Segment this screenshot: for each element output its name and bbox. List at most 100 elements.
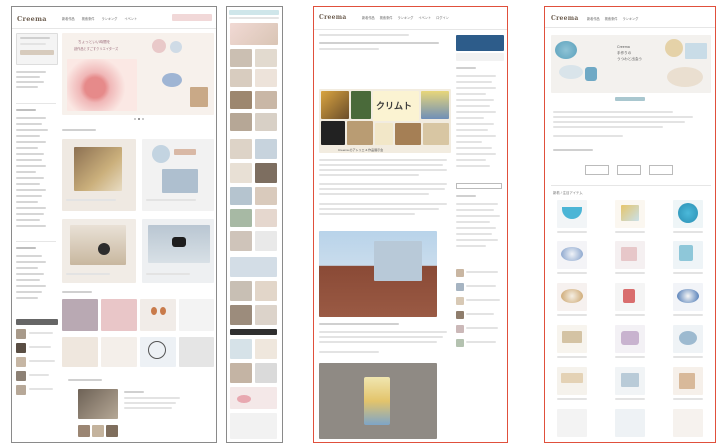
product-card[interactable] — [615, 409, 645, 437]
sidebar-link[interactable] — [456, 129, 488, 132]
sidebar-follow-box[interactable] — [456, 53, 504, 61]
sidebar-item[interactable] — [16, 165, 46, 167]
mobile-item[interactable] — [255, 339, 277, 359]
mobile-hero[interactable] — [230, 23, 278, 45]
sidebar-item[interactable] — [16, 213, 44, 215]
register-button[interactable] — [20, 50, 54, 55]
sidebar-related-thumb[interactable] — [456, 297, 464, 305]
mobile-nav[interactable] — [229, 17, 279, 19]
mobile-item[interactable] — [230, 339, 252, 359]
nav-item-search[interactable]: 検索条件 — [380, 15, 393, 20]
sidebar-link[interactable] — [456, 105, 490, 108]
sidebar-related-title[interactable] — [466, 271, 498, 274]
mobile-item[interactable] — [230, 69, 252, 87]
product-card[interactable] — [673, 409, 703, 437]
sidebar-item[interactable] — [16, 135, 40, 137]
mobile-item[interactable] — [230, 281, 252, 301]
sidebar-thumb[interactable] — [16, 371, 26, 381]
sidebar-link[interactable] — [456, 135, 496, 138]
sidebar-related-thumb[interactable] — [456, 269, 464, 277]
sidebar-search-input[interactable] — [456, 183, 502, 189]
nav-item-event[interactable]: イベント — [124, 16, 137, 21]
grid-item-image[interactable] — [101, 299, 137, 331]
sidebar-related-thumb[interactable] — [456, 311, 464, 319]
sidebar-related-thumb[interactable] — [456, 339, 464, 347]
sidebar-item[interactable] — [16, 153, 44, 155]
nav-item-new[interactable]: 新着作品 — [62, 16, 75, 21]
creator-thumb[interactable] — [78, 425, 90, 437]
sidebar-item[interactable] — [16, 183, 40, 185]
sidebar-link[interactable] — [456, 123, 494, 126]
mobile-item[interactable] — [230, 163, 252, 183]
grid-item-image[interactable] — [179, 337, 214, 367]
sidebar-link[interactable] — [456, 93, 486, 96]
grid-item-image[interactable] — [62, 337, 98, 367]
mobile-item[interactable] — [255, 209, 277, 227]
sidebar-item[interactable] — [16, 189, 46, 191]
nav-item-search[interactable]: 検索条件 — [82, 16, 95, 21]
nav-item-new[interactable]: 新着作品 — [587, 16, 600, 21]
nav-item-login[interactable]: ログイン — [436, 15, 449, 20]
nav-item-ranking[interactable]: ランキング — [102, 16, 118, 21]
mobile-item[interactable] — [255, 281, 277, 301]
sidebar-item[interactable] — [16, 267, 38, 269]
filter-button[interactable] — [649, 165, 673, 175]
sidebar-link[interactable] — [456, 153, 496, 156]
creator-thumb[interactable] — [106, 425, 118, 437]
sidebar-link[interactable] — [456, 215, 500, 218]
sidebar-item[interactable] — [16, 207, 46, 209]
creator-thumb[interactable] — [92, 425, 104, 437]
creema-logo[interactable]: Creema — [319, 14, 347, 21]
grid-item-image[interactable] — [101, 337, 137, 367]
sidebar-link[interactable] — [456, 81, 492, 84]
sidebar-item[interactable] — [16, 141, 46, 143]
mobile-banner[interactable] — [230, 257, 277, 277]
mobile-item[interactable] — [255, 49, 277, 67]
mobile-header[interactable] — [229, 10, 279, 15]
carousel-dot[interactable] — [142, 118, 144, 120]
mobile-item[interactable] — [230, 209, 252, 227]
mobile-item[interactable] — [255, 187, 277, 205]
sidebar-dark-banner[interactable] — [16, 319, 58, 325]
sidebar-item[interactable] — [16, 225, 46, 227]
mobile-item[interactable] — [230, 49, 252, 67]
mobile-item[interactable] — [230, 91, 252, 109]
sidebar-related-title[interactable] — [466, 299, 500, 302]
sidebar-item[interactable] — [16, 86, 38, 88]
sidebar-link[interactable] — [456, 239, 498, 242]
sidebar-link[interactable] — [456, 147, 492, 150]
nav-item-ranking[interactable]: ランキング — [398, 15, 414, 20]
filter-button[interactable] — [617, 165, 641, 175]
sidebar-item[interactable] — [16, 255, 42, 257]
sidebar-item[interactable] — [16, 195, 42, 197]
sidebar-item[interactable] — [16, 147, 38, 149]
grid-item-image[interactable] — [179, 299, 214, 331]
carousel-dot-active[interactable] — [138, 118, 140, 120]
sidebar-item[interactable] — [16, 129, 48, 131]
sidebar-link[interactable] — [456, 209, 494, 212]
sidebar-related-title[interactable] — [466, 327, 498, 330]
sidebar-link[interactable] — [456, 227, 496, 230]
sidebar-link[interactable] — [456, 203, 498, 206]
mobile-item[interactable] — [230, 231, 252, 251]
sidebar-item[interactable] — [16, 279, 40, 281]
sidebar-item[interactable] — [16, 285, 46, 287]
sidebar-item[interactable] — [16, 273, 44, 275]
sidebar-thumb[interactable] — [16, 329, 26, 339]
creator-photo[interactable] — [78, 389, 118, 419]
sidebar-item[interactable] — [16, 159, 42, 161]
grid-item-image[interactable] — [62, 299, 98, 331]
sidebar-item[interactable] — [16, 76, 40, 78]
sidebar-item[interactable] — [16, 291, 42, 293]
mobile-item[interactable] — [230, 305, 252, 325]
sidebar-link[interactable] — [456, 75, 496, 78]
creema-logo[interactable]: Creema — [17, 15, 47, 23]
sidebar-related-title[interactable] — [466, 341, 496, 344]
sidebar-link[interactable] — [456, 111, 496, 114]
sidebar-item[interactable] — [16, 219, 40, 221]
sidebar-link[interactable] — [456, 245, 486, 248]
sidebar-item[interactable] — [16, 297, 38, 299]
sidebar-link[interactable] — [456, 99, 494, 102]
grid-item-image[interactable] — [140, 299, 176, 331]
sidebar-link[interactable] — [456, 165, 490, 168]
